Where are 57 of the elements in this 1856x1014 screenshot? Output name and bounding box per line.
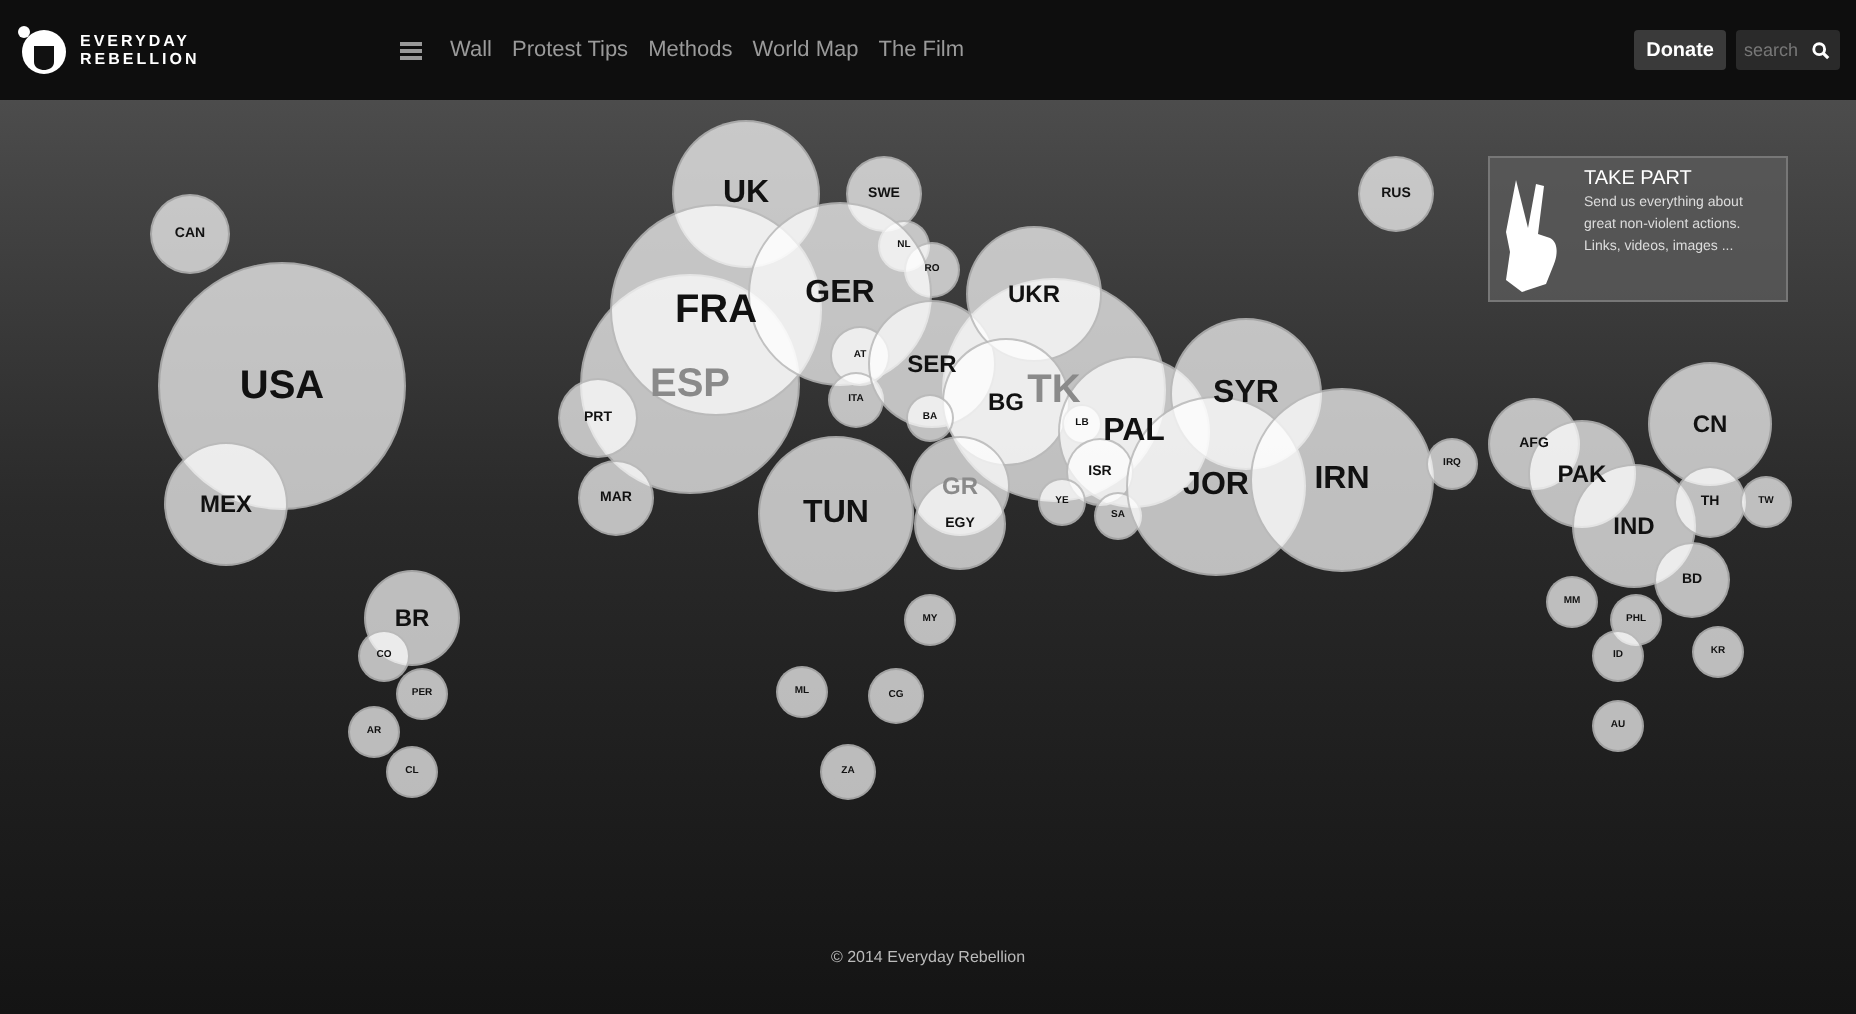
menu-icon[interactable] [400,41,422,59]
country-code: UKR [1008,282,1060,306]
logo-text[interactable]: EVERYDAY [80,32,200,50]
nav-link[interactable]: World Map [752,33,859,67]
fist-logo-icon[interactable] [16,22,68,78]
copyright-text: © 2014 Everyday Rebellion [828,946,1028,970]
country-code: BG [988,390,1024,414]
country-bubble[interactable] [1654,542,1730,618]
country-code: JOR [1183,470,1249,502]
country-code: SER [907,352,957,376]
take-part-title: TAKE PART [1584,168,1694,192]
country-bubble[interactable] [558,378,638,458]
country-bubble[interactable] [758,436,914,592]
country-bubble[interactable] [1740,476,1792,528]
country-bubble[interactable] [1546,576,1598,628]
country-bubble[interactable] [1592,700,1644,752]
search-button[interactable] [1812,30,1840,70]
country-code: BR [394,606,430,630]
country-code: FRA [674,290,758,330]
logo-text[interactable]: REBELLION [80,50,200,68]
country-code: GER [805,278,875,310]
country-bubble[interactable] [820,744,876,800]
country-code: UK [722,178,770,210]
country-bubble[interactable] [150,194,230,274]
country-code: PAK [1557,462,1607,486]
country-code: TUN [803,498,869,530]
country-bubble[interactable] [904,594,956,646]
country-bubble[interactable] [1426,438,1478,490]
country-bubble[interactable] [1038,478,1086,526]
search-field[interactable]: search [1736,30,1812,70]
country-bubble[interactable] [1592,630,1644,682]
nav-link[interactable]: Wall [450,33,492,67]
country-bubble[interactable] [776,666,828,718]
nav-link[interactable]: Protest Tips [511,33,629,67]
country-bubble[interactable] [396,668,448,720]
country-code: IRN [1314,464,1370,496]
search-icon [1812,41,1830,59]
country-bubble[interactable] [1692,626,1744,678]
donate-button[interactable]: Donate [1634,30,1726,70]
country-code: TK [1027,370,1081,410]
country-code: USA [239,366,325,406]
nav-link[interactable]: The Film [878,33,965,67]
country-code: ESP [649,364,731,404]
country-code: GR [942,474,978,498]
country-bubble[interactable] [386,746,438,798]
country-bubble[interactable] [868,668,924,724]
country-bubble[interactable] [1358,156,1434,232]
country-code: MEX [200,492,252,516]
country-code: PAL [1103,416,1165,448]
country-bubble[interactable] [914,478,1006,570]
nav-link[interactable]: Methods [648,33,733,67]
country-bubble[interactable] [348,706,400,758]
country-bubble[interactable] [578,460,654,536]
country-code: IND [1613,514,1655,538]
country-code: SYR [1213,378,1279,410]
country-bubble[interactable] [358,630,410,682]
country-code: CN [1692,412,1728,436]
